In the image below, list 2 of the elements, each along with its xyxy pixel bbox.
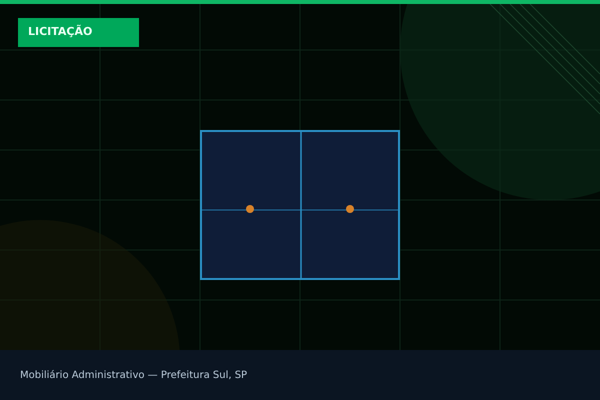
- tag-label: LICITAÇÃO: [28, 24, 92, 40]
- caption-text: Mobiliário Administrativo — Prefeitura Sul, SP: [20, 368, 248, 382]
